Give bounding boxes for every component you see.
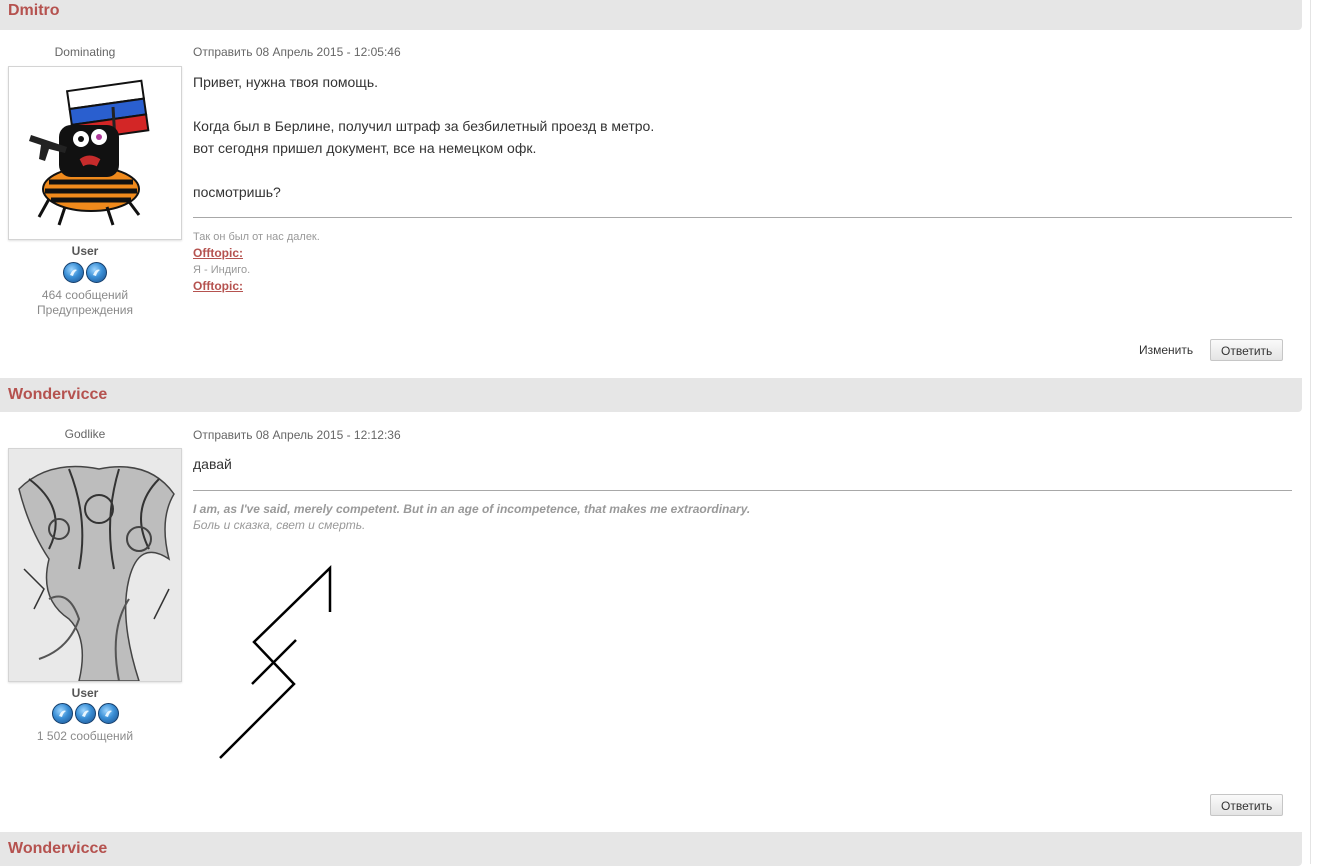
signature-drawing [219,565,332,759]
signature: Так он был от нас далек. Offtopic: Я - И… [193,229,320,295]
avatar-image [9,449,181,681]
page-right-border [1310,0,1311,864]
post-line-blank [193,93,654,115]
author-name[interactable]: Wondervicce [8,840,107,858]
signature: I am, as I've said, merely competent. Bu… [193,501,750,533]
message-count: 1 502 сообщений [36,729,134,743]
reply-button[interactable]: Ответить [1210,339,1284,361]
user-rank: Dominating [54,45,116,59]
reply-button[interactable]: Ответить [1210,794,1284,816]
signature-separator [193,490,1292,491]
reputation-badge-icon [97,703,119,724]
post-header: Dmitro [0,0,1302,30]
signature-separator [193,217,1292,218]
signature-quote: I am, as I've said, merely competent. Bu… [193,502,751,516]
avatar-image [29,79,150,226]
author-name[interactable]: Dmitro [8,2,60,20]
reputation-badge-icon [86,262,107,283]
user-group: User [71,244,99,258]
post-line: Когда был в Берлине, получил штраф за бе… [193,118,655,134]
post-line: давай [193,456,232,472]
reputation-badge-icon [63,262,84,283]
post-header: Wondervicce [0,378,1302,412]
post-date: Отправить 08 Апрель 2015 - 12:05:46 [193,45,401,59]
reputation-badge-icon [51,703,73,724]
badge-row [0,703,170,724]
post-date: Отправить 08 Апрель 2015 - 12:12:36 [193,428,401,442]
post-body: давай [193,453,232,475]
post-header: Wondervicce [0,832,1302,866]
post-body: Привет, нужна твоя помощь. Когда был в Б… [193,71,654,203]
offtopic-toggle[interactable]: Offtopic: [193,246,243,260]
post-line: посмотришь? [193,184,281,200]
author-name[interactable]: Wondervicce [8,386,107,404]
offtopic-toggle[interactable]: Offtopic: [193,279,243,293]
user-group: User [71,686,99,700]
signature-line: Боль и сказка, свет и смерть. [193,518,366,532]
signature-line: Так он был от нас далек. [193,231,320,243]
reputation-badge-icon [74,703,96,724]
user-rank: Godlike [64,427,106,441]
warnings-link[interactable]: Предупреждения [0,303,170,317]
post-line: вот сегодня пришел документ, все на неме… [193,140,537,156]
post-line-blank [193,159,654,181]
avatar[interactable] [8,66,182,240]
avatar[interactable] [8,448,182,682]
post-line: Привет, нужна твоя помощь. [193,74,379,90]
edit-button[interactable]: Изменить [1139,343,1193,357]
badge-row [0,262,170,283]
signature-line: Я - Индиго. [193,264,251,276]
message-count: 464 сообщений [41,288,129,302]
